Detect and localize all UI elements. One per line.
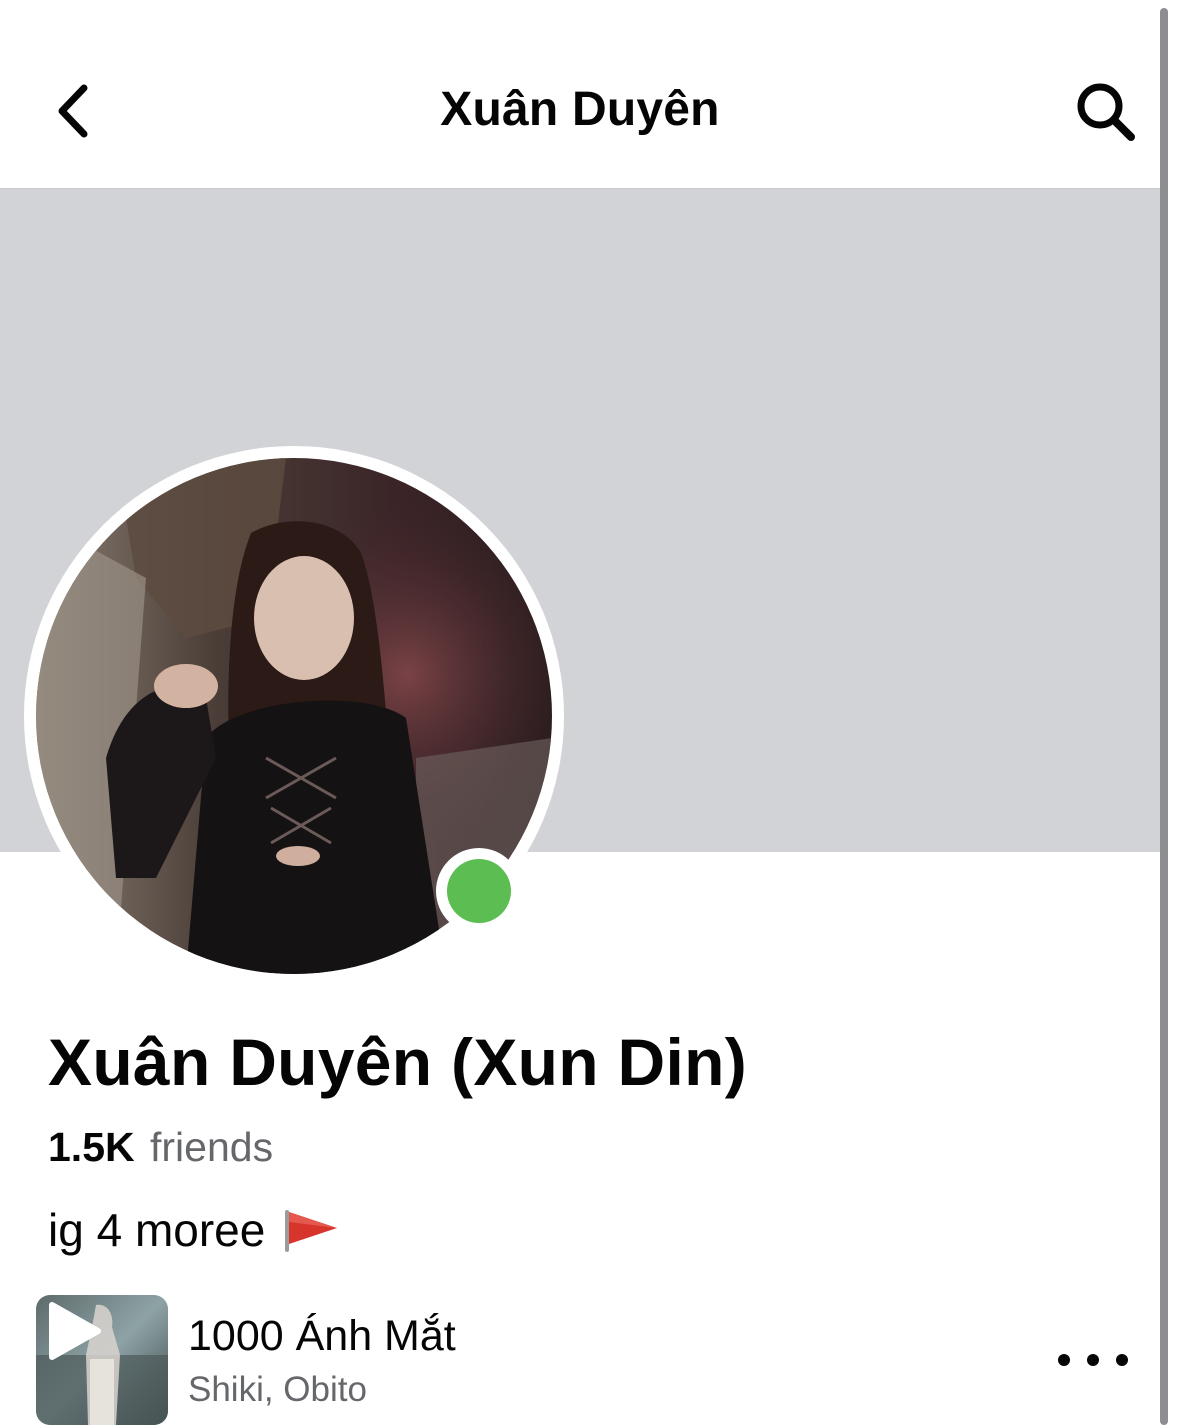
album-art (36, 1295, 168, 1425)
page-title: Xuân Duyên (440, 83, 720, 136)
music-artist: Shiki, Obito (188, 1370, 367, 1409)
profile-name: Xuân Duyên (Xun Din) (48, 1025, 747, 1099)
music-title: 1000 Ánh Mắt (188, 1312, 456, 1360)
online-status-indicator (447, 859, 511, 923)
top-bar: Xuân Duyên (0, 0, 1160, 188)
search-icon (1077, 83, 1135, 141)
scrollbar[interactable] (1160, 8, 1168, 1425)
more-dot (1087, 1354, 1099, 1366)
profile-bio: ig 4 moree (48, 1203, 341, 1257)
more-dot (1116, 1354, 1128, 1366)
more-options-button[interactable] (1058, 1340, 1128, 1380)
search-button[interactable] (1068, 76, 1144, 148)
bio-text: ig 4 moree (48, 1204, 266, 1256)
music-play-button[interactable] (36, 1295, 168, 1425)
more-dot (1058, 1354, 1070, 1366)
friends-label: friends (150, 1124, 274, 1170)
friends-count-link[interactable]: 1.5K friends (48, 1124, 273, 1171)
red-flag-icon (285, 1210, 338, 1252)
friends-count: 1.5K (48, 1124, 135, 1170)
